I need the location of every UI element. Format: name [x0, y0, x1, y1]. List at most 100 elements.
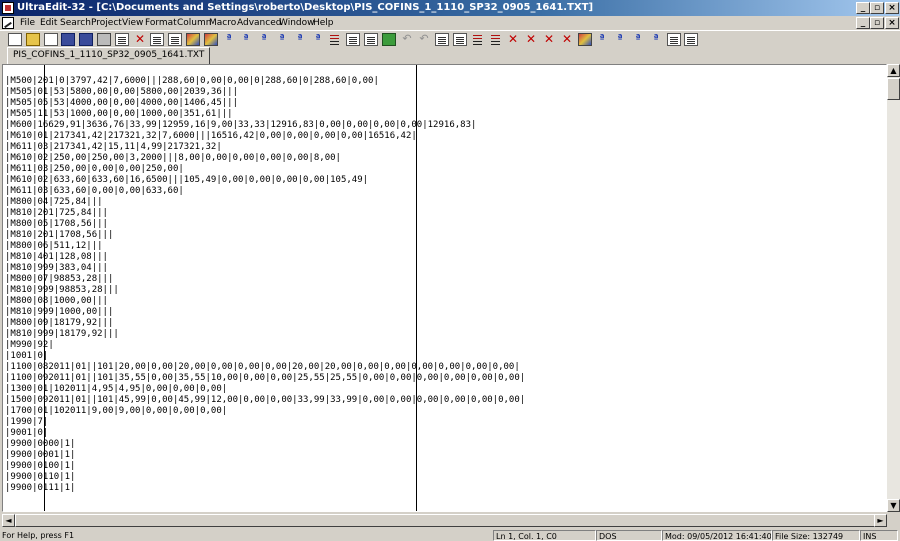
document-icon[interactable] [2, 17, 14, 29]
dos-to-mac-icon[interactable]: ª [239, 33, 253, 46]
editor-line[interactable]: |M505|05|53|4000,00|0,00|4000,00|1406,45… [5, 98, 525, 109]
editor-line[interactable]: |M610|02|250,00|250,00|3,2000|||8,00|0,0… [5, 153, 525, 164]
horizontal-scroll-thumb[interactable] [15, 514, 875, 527]
editor-line[interactable]: |M505|01|53|5800,00|0,00|5800,00|2039,36… [5, 87, 525, 98]
editor-line[interactable]: |M800|04|725,84||| [5, 197, 525, 208]
paste-icon[interactable] [168, 33, 182, 46]
scroll-down-button[interactable]: ▼ [887, 499, 900, 512]
cut-icon[interactable]: ✕ [133, 33, 147, 46]
editor-line[interactable]: |1700|01|102011|9,00|9,00|0,00|0,00|0,00… [5, 406, 525, 417]
editor-line[interactable]: |9001|0| [5, 428, 525, 439]
editor-line[interactable]: |M505|11|53|1000,00|0,00|1000,00|351,61|… [5, 109, 525, 120]
editor-line[interactable]: |9900|0001|1| [5, 450, 525, 461]
editor-line[interactable]: |1001|0| [5, 351, 525, 362]
editor-line[interactable]: |M611|03|633,60|0,00|0,00|633,60| [5, 186, 525, 197]
print-preview-icon[interactable] [115, 33, 129, 46]
print-icon[interactable] [97, 33, 111, 46]
clipboard-icon[interactable] [435, 33, 449, 46]
sort-descending-icon[interactable]: ª [311, 33, 325, 46]
file-tab[interactable]: PIS_COFINS_1_1110_SP32_0905_1641.TXT [7, 47, 211, 65]
menu-advanced[interactable]: Advanced [237, 17, 281, 29]
editor-line[interactable]: |9900|0110|1| [5, 472, 525, 483]
maximize-button[interactable]: ▫ [870, 2, 884, 14]
editor-line[interactable]: |M600|16629,91|3636,76|33,99|12959,16|9,… [5, 120, 525, 131]
editor-line[interactable]: |9900|0111|1| [5, 483, 525, 494]
text-editor[interactable]: |M500|201|0|3797,42|7,6000|||288,60|0,00… [2, 64, 887, 512]
editor-line[interactable]: |M810|201|725,84||| [5, 208, 525, 219]
replace-in-files-icon[interactable]: ª [649, 33, 663, 46]
editor-line[interactable]: |1100|092011|01||101|35,55|0,00|35,55|10… [5, 373, 525, 384]
editor-line[interactable]: |M800|08|1000,00||| [5, 296, 525, 307]
doc-close-button[interactable]: × [885, 17, 899, 29]
editor-line[interactable]: |M810|201|1708,56||| [5, 230, 525, 241]
editor-line[interactable]: |M611|03|217341,42|15,11|4,99|217321,32| [5, 142, 525, 153]
hex-edit-icon[interactable] [364, 33, 378, 46]
editor-line[interactable]: |M610|01|217341,42|217321,32|7,6000|||16… [5, 131, 525, 142]
menu-project[interactable]: Project [91, 17, 122, 29]
scroll-right-button[interactable]: ► [874, 514, 887, 527]
editor-line[interactable]: |M500|201|0|3797,42|7,6000|||288,60|0,00… [5, 76, 525, 87]
editor-line[interactable]: |9900|0000|1| [5, 439, 525, 450]
menu-file[interactable]: File [20, 17, 35, 29]
uppercase-icon[interactable]: ª [275, 33, 289, 46]
open-file-icon[interactable] [26, 33, 40, 46]
indent-icon[interactable] [489, 33, 503, 46]
save-icon[interactable] [61, 33, 75, 46]
editor-line[interactable]: |1300|01|102011|4,95|4,95|0,00|0,00|0,00… [5, 384, 525, 395]
bookmark-icon[interactable]: ✕ [524, 33, 538, 46]
find-in-files-icon[interactable]: ª [631, 33, 645, 46]
editor-line[interactable]: |M610|02|633,60|633,60|16,6500|||105,49|… [5, 175, 525, 186]
editor-line[interactable]: |M611|03|250,00|0,00|0,00|250,00| [5, 164, 525, 175]
close-button[interactable]: × [885, 2, 899, 14]
minimize-button[interactable]: _ [856, 2, 870, 14]
find-icon[interactable] [186, 33, 200, 46]
menu-search[interactable]: Search [60, 17, 91, 29]
column-mode-icon[interactable] [328, 33, 342, 46]
doc-minimize-button[interactable]: _ [856, 17, 870, 29]
word-wrap-icon[interactable] [346, 33, 360, 46]
menu-macro[interactable]: Macro [209, 17, 236, 29]
close-all-icon[interactable]: ✕ [542, 33, 556, 46]
delete-icon[interactable]: ✕ [506, 33, 520, 46]
editor-line[interactable]: |M800|09|18179,92||| [5, 318, 525, 329]
editor-line[interactable]: |1990|7| [5, 417, 525, 428]
unix-to-dos-icon[interactable]: ª [222, 33, 236, 46]
editor-line[interactable]: |M800|07|98853,28||| [5, 274, 525, 285]
editor-line[interactable]: |1500|092011|01||101|45,99|0,00|45,99|12… [5, 395, 525, 406]
menu-edit[interactable]: Edit [40, 17, 57, 29]
help-icon[interactable] [684, 33, 698, 46]
menu-window[interactable]: Window [279, 17, 315, 29]
save-all-icon[interactable] [79, 33, 93, 46]
redo-icon[interactable]: ↶ [417, 33, 431, 46]
copy-icon[interactable] [150, 33, 164, 46]
horizontal-scrollbar[interactable]: ◄ ► [2, 514, 887, 527]
editor-line[interactable]: |9900|0100|1| [5, 461, 525, 472]
ultraedit-app-icon[interactable] [2, 2, 14, 14]
vertical-scrollbar[interactable]: ▲ ▼ [887, 64, 900, 512]
format-icon[interactable] [471, 33, 485, 46]
editor-line[interactable]: |M990|92| [5, 340, 525, 351]
editor-content[interactable]: |M500|201|0|3797,42|7,6000|||288,60|0,00… [5, 76, 525, 494]
scroll-up-button[interactable]: ▲ [887, 64, 900, 77]
paste-special-icon[interactable] [453, 33, 467, 46]
scroll-left-button[interactable]: ◄ [2, 514, 15, 527]
menu-help[interactable]: Help [313, 17, 334, 29]
doc-restore-button[interactable]: ▫ [870, 17, 884, 29]
editor-line[interactable]: |M800|06|511,12||| [5, 241, 525, 252]
editor-line[interactable]: |1100|082011|01||101|20,00|0,00|20,00|0,… [5, 362, 525, 373]
menu-view[interactable]: View [122, 17, 143, 29]
settings-icon[interactable] [578, 33, 592, 46]
menu-format[interactable]: Format [145, 17, 177, 29]
new-file-icon[interactable] [8, 33, 22, 46]
editor-line[interactable]: |M810|401|128,08||| [5, 252, 525, 263]
toggle-icon[interactable]: ✕ [560, 33, 574, 46]
editor-line[interactable]: |M810|999|18179,92||| [5, 329, 525, 340]
close-file-icon[interactable] [44, 33, 58, 46]
editor-line[interactable]: |M810|999|98853,28||| [5, 285, 525, 296]
dos-to-unix-icon[interactable]: ª [257, 33, 271, 46]
editor-line[interactable]: |M810|999|383,04||| [5, 263, 525, 274]
editor-line[interactable]: |M810|999|1000,00||| [5, 307, 525, 318]
replace-icon[interactable] [204, 33, 218, 46]
vertical-scroll-thumb[interactable] [887, 78, 900, 100]
spell-check-icon[interactable] [382, 33, 396, 46]
